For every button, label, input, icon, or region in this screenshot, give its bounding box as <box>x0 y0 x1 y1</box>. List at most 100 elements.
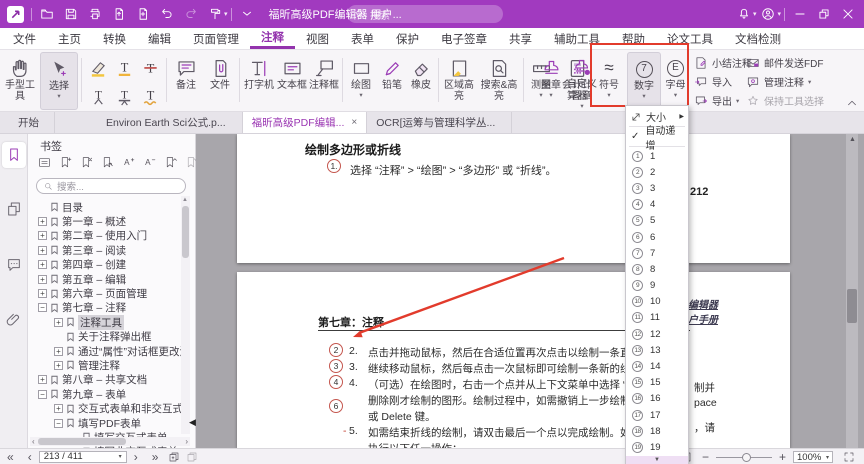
tree-expander-icon[interactable]: + <box>54 404 63 413</box>
menu-item-number[interactable]: 8 8 <box>626 261 688 277</box>
letter-tool-button[interactable]: E 字母 <box>663 52 688 110</box>
tree-expander-icon[interactable]: − <box>54 419 63 428</box>
menu-item-number[interactable]: 19 19 <box>626 439 688 455</box>
panel-scroll-thumb[interactable] <box>182 206 189 258</box>
ribbon-tab[interactable]: 辅助工具 <box>543 28 611 49</box>
textbox-button[interactable]: 文本框 <box>277 52 307 110</box>
doc-scroll-up-icon[interactable]: ▲ <box>849 136 856 143</box>
text-underline-tool-icon[interactable]: T <box>112 56 136 80</box>
create-doc-icon[interactable] <box>131 2 155 26</box>
tree-expander-icon[interactable]: + <box>38 275 47 284</box>
first-page-button[interactable]: « <box>0 450 21 464</box>
ribbon-tab[interactable]: 注释 <box>250 28 295 49</box>
ribbon-tab[interactable]: 共享 <box>498 28 543 49</box>
text-insert-tool-icon[interactable]: T <box>86 84 110 108</box>
menu-item-number[interactable]: 15 15 <box>626 375 688 391</box>
bookmark-destination-icon[interactable] <box>99 154 116 170</box>
bookmark-item[interactable]: − 填写PDF表单 <box>28 416 182 430</box>
fullscreen-icon[interactable] <box>840 450 858 464</box>
start-tab[interactable]: 开始 <box>0 112 55 133</box>
menu-item-number[interactable]: 13 13 <box>626 342 688 358</box>
next-view-button[interactable] <box>183 450 201 464</box>
panel-hscroll-thumb[interactable] <box>38 438 126 445</box>
menu-item-number[interactable]: 7 7 <box>626 245 688 261</box>
number-annotation-2[interactable]: 2 <box>329 343 343 357</box>
menu-item-number[interactable]: 5 5 <box>626 213 688 229</box>
measure-button[interactable] <box>469 52 499 110</box>
tree-expander-icon[interactable]: + <box>38 375 47 384</box>
tree-expander-icon[interactable]: + <box>38 217 47 226</box>
ribbon-tab[interactable]: 论文工具 <box>656 28 724 49</box>
manage-comments-button[interactable]: 管理注释▾ <box>746 73 811 90</box>
collapse-ribbon-button[interactable] <box>845 94 859 111</box>
close-window-icon[interactable] <box>836 2 860 26</box>
document-tab[interactable]: OCR[运筹与管理科学丛... <box>367 112 512 133</box>
callout-button[interactable]: 注释框 <box>309 52 339 110</box>
draw-shapes-button[interactable]: 绘图 <box>346 52 376 110</box>
hand-tool-button[interactable]: 手型工具 <box>2 52 38 110</box>
promote-bookmark-icon[interactable] <box>162 154 179 170</box>
undo-icon[interactable] <box>155 2 179 26</box>
document-tab[interactable]: 福昕高级PDF编辑... × <box>243 112 368 133</box>
zoom-slider-knob[interactable] <box>742 453 751 462</box>
previous-view-button[interactable] <box>165 450 183 464</box>
ribbon-tab[interactable]: 主页 <box>47 28 92 49</box>
document-tab[interactable]: Environ Earth Sci公式.p... <box>97 112 243 133</box>
zoom-out-button[interactable]: − <box>702 450 709 464</box>
export-doc-icon[interactable] <box>107 2 131 26</box>
ribbon-tab[interactable]: 电子签章 <box>430 28 498 49</box>
panel-menu-icon[interactable] <box>36 154 53 170</box>
scroll-right-icon[interactable]: › <box>185 437 188 446</box>
decrease-text-size-icon[interactable]: A <box>141 154 158 170</box>
eraser-button[interactable]: 橡皮 <box>407 52 435 110</box>
add-bookmark-icon[interactable] <box>57 154 74 170</box>
menu-item-number[interactable]: 14 14 <box>626 358 688 374</box>
ribbon-tab[interactable]: 视图 <box>295 28 340 49</box>
scroll-up-icon[interactable]: ▲ <box>182 197 188 203</box>
zoom-level-input[interactable]: 100% ▾ <box>793 451 833 463</box>
previous-page-button[interactable]: ‹ <box>21 450 39 464</box>
ribbon-tab[interactable]: 帮助 <box>611 28 656 49</box>
menu-item-number[interactable]: 4 4 <box>626 197 688 213</box>
page-dropdown-caret-icon[interactable]: ▾ <box>119 453 122 460</box>
ribbon-tab[interactable]: 保护 <box>385 28 430 49</box>
ribbon-tab[interactable]: 文件 <box>2 28 47 49</box>
text-highlight-tool-icon[interactable] <box>86 56 110 80</box>
tree-expander-icon[interactable]: + <box>54 361 63 370</box>
attachments-panel-icon[interactable] <box>2 306 26 332</box>
minimize-icon[interactable] <box>788 2 812 26</box>
typewriter-button[interactable]: 打字机 <box>243 52 275 110</box>
zoom-slider[interactable] <box>716 457 772 458</box>
menu-item-number[interactable]: 16 16 <box>626 391 688 407</box>
numbered-step-annotation[interactable]: 1. <box>327 159 341 173</box>
bookmark-item[interactable]: 目录 <box>28 200 182 214</box>
zoom-in-button[interactable]: + <box>779 450 786 464</box>
ribbon-tab[interactable]: 页面管理 <box>182 28 250 49</box>
save-icon[interactable] <box>59 2 83 26</box>
stamp-button[interactable]: 图章 <box>536 52 566 110</box>
next-page-button[interactable]: › <box>127 450 145 464</box>
menu-item-number[interactable]: 12 12 <box>626 326 688 342</box>
delete-bookmark-icon[interactable] <box>78 154 95 170</box>
format-tool-caret-icon[interactable]: ▾ <box>224 10 228 18</box>
menu-item-number[interactable]: 3 3 <box>626 180 688 196</box>
ribbon-tab[interactable]: 文档检测 <box>724 28 792 49</box>
tree-expander-icon[interactable]: + <box>54 347 63 356</box>
bookmark-search-input[interactable]: 搜索... <box>36 178 186 194</box>
account-caret-icon[interactable]: ▾ <box>777 10 781 18</box>
number-annotation-4[interactable]: 4 <box>329 375 343 389</box>
text-strikeout-tool-icon[interactable]: T <box>138 56 162 80</box>
keep-tool-selected-button[interactable]: 保持工具选择 <box>746 92 824 109</box>
zoom-dropdown-caret-icon[interactable]: ▾ <box>826 454 829 461</box>
email-fdf-button[interactable]: 邮件发送FDF <box>746 54 823 71</box>
last-page-button[interactable]: » <box>145 450 166 464</box>
bookmark-item[interactable]: + 注释工具 <box>28 315 182 329</box>
summarize-comments-button[interactable]: 小结注释 <box>694 54 752 71</box>
ribbon-tab[interactable]: 表单 <box>340 28 385 49</box>
global-search-input[interactable]: 搜索 <box>347 5 503 23</box>
text-squiggly-tool-icon[interactable]: T <box>138 84 162 108</box>
bookmark-item[interactable]: + 第八章 – 共享文档 <box>28 373 182 387</box>
bookmark-item[interactable]: + 第三章 – 阅读 <box>28 243 182 257</box>
pencil-button[interactable]: 铅笔 <box>378 52 406 110</box>
bookmark-item[interactable]: + 第四章 – 创建 <box>28 258 182 272</box>
